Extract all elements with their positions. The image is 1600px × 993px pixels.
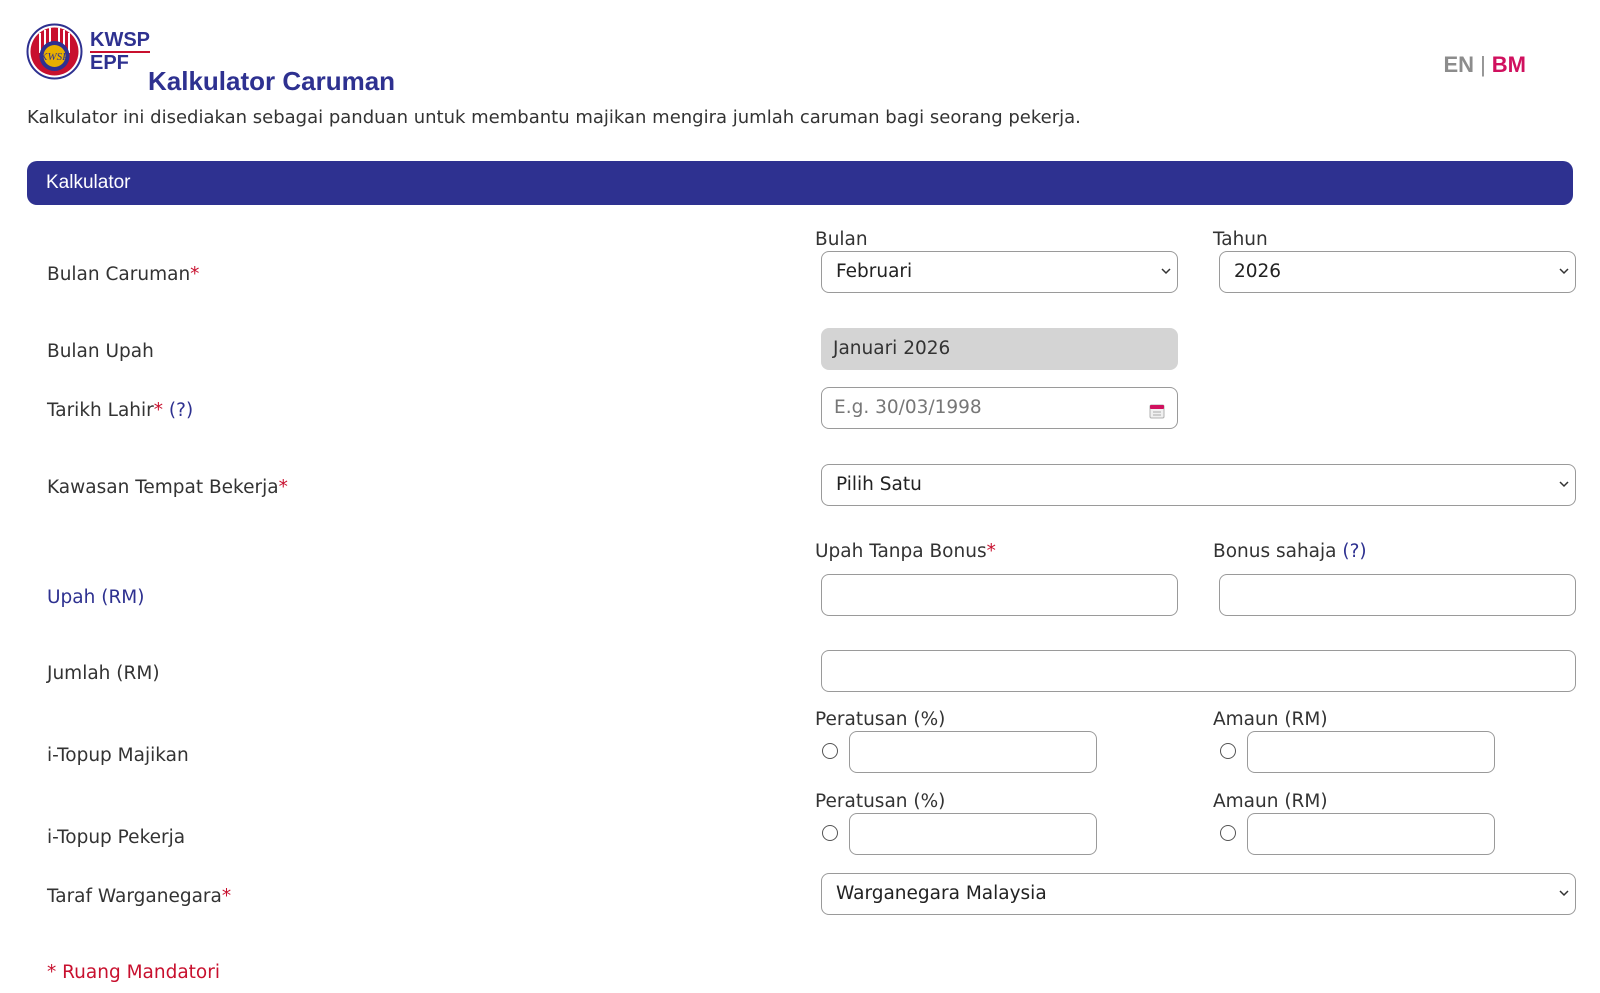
section-banner: Kalkulator [27, 161, 1573, 205]
bulan-caruman-label: Bulan Caruman* [47, 264, 200, 285]
tarikh-lahir-input[interactable]: E.g. 30/03/1998 [821, 387, 1178, 429]
topup-majikan-amt-sublabel: Amaun (RM) [1213, 709, 1328, 730]
required-asterisk: * [986, 541, 996, 562]
bulan-upah-label: Bulan Upah [47, 341, 154, 362]
chevron-down-icon [1559, 481, 1569, 488]
upah-tanpa-bonus-input[interactable] [821, 574, 1178, 616]
mandatory-note: * Ruang Mandatori [47, 962, 220, 983]
svg-text:KWSP: KWSP [39, 51, 69, 63]
bulan-select[interactable]: Februari [821, 251, 1178, 293]
kawasan-select[interactable]: Pilih Satu [821, 464, 1576, 506]
bulan-upah-field: Januari 2026 [821, 328, 1178, 370]
topup-pekerja-amt-sublabel: Amaun (RM) [1213, 791, 1328, 812]
language-switcher: EN | BM [1444, 52, 1527, 78]
tarikh-lahir-label: Tarikh Lahir* (?) [47, 400, 194, 421]
required-asterisk: * [190, 264, 200, 285]
tahun-select[interactable]: 2026 [1219, 251, 1576, 293]
required-asterisk: * [221, 886, 232, 907]
chevron-down-icon [1559, 890, 1569, 897]
topup-majikan-amt-radio[interactable] [1220, 743, 1236, 759]
jumlah-label: Jumlah (RM) [47, 663, 160, 684]
warganegara-select-value: Warganegara Malaysia [836, 883, 1047, 904]
page-description: Kalkulator ini disediakan sebagai pandua… [27, 107, 1081, 128]
kwsp-logo-icon[interactable]: KWSP [26, 23, 83, 80]
tarikh-lahir-placeholder: E.g. 30/03/1998 [834, 397, 982, 418]
upah-tanpa-bonus-sublabel: Upah Tanpa Bonus* [815, 541, 996, 562]
kawasan-select-value: Pilih Satu [836, 474, 922, 495]
chevron-down-icon [1559, 268, 1569, 275]
bonus-input[interactable] [1219, 574, 1576, 616]
topup-pekerja-amt-input[interactable] [1247, 813, 1495, 855]
lang-bm-link[interactable]: BM [1492, 52, 1526, 77]
lang-en-link[interactable]: EN [1444, 52, 1475, 77]
topup-pekerja-pct-radio[interactable] [822, 825, 838, 841]
bulan-select-value: Februari [836, 261, 913, 282]
topup-majikan-pct-sublabel: Peratusan (%) [815, 709, 946, 730]
section-banner-label: Kalkulator [46, 172, 131, 193]
topup-majikan-pct-radio[interactable] [822, 743, 838, 759]
topup-pekerja-amt-radio[interactable] [1220, 825, 1236, 841]
logo-text-kwsp: KWSP [90, 29, 150, 53]
topup-majikan-pct-input[interactable] [849, 731, 1097, 773]
topup-pekerja-pct-sublabel: Peratusan (%) [815, 791, 946, 812]
upah-label: Upah (RM) [47, 587, 145, 608]
tahun-sublabel: Tahun [1213, 229, 1268, 250]
warganegara-label: Taraf Warganegara* [47, 886, 232, 907]
page-title: Kalkulator Caruman [148, 66, 396, 96]
topup-majikan-label: i-Topup Majikan [47, 745, 189, 766]
jumlah-input[interactable] [821, 650, 1576, 692]
calendar-icon[interactable] [1149, 403, 1165, 419]
logo-text-epf: EPF [90, 52, 129, 74]
bulan-sublabel: Bulan [815, 229, 868, 250]
logo-text: KWSP EPF [90, 30, 150, 73]
bonus-sublabel: Bonus sahaja (?) [1213, 541, 1367, 562]
chevron-down-icon [1161, 268, 1171, 275]
warganegara-select[interactable]: Warganegara Malaysia [821, 873, 1576, 915]
lang-separator: | [1480, 52, 1486, 77]
topup-pekerja-label: i-Topup Pekerja [47, 827, 186, 848]
kawasan-label: Kawasan Tempat Bekerja* [47, 477, 288, 498]
required-asterisk: * [278, 477, 288, 498]
topup-majikan-amt-input[interactable] [1247, 731, 1495, 773]
tarikh-lahir-help-link[interactable]: (?) [169, 400, 193, 421]
tahun-select-value: 2026 [1234, 261, 1282, 282]
required-asterisk: * [153, 400, 164, 421]
bonus-help-link[interactable]: (?) [1342, 541, 1366, 562]
topup-pekerja-pct-input[interactable] [849, 813, 1097, 855]
